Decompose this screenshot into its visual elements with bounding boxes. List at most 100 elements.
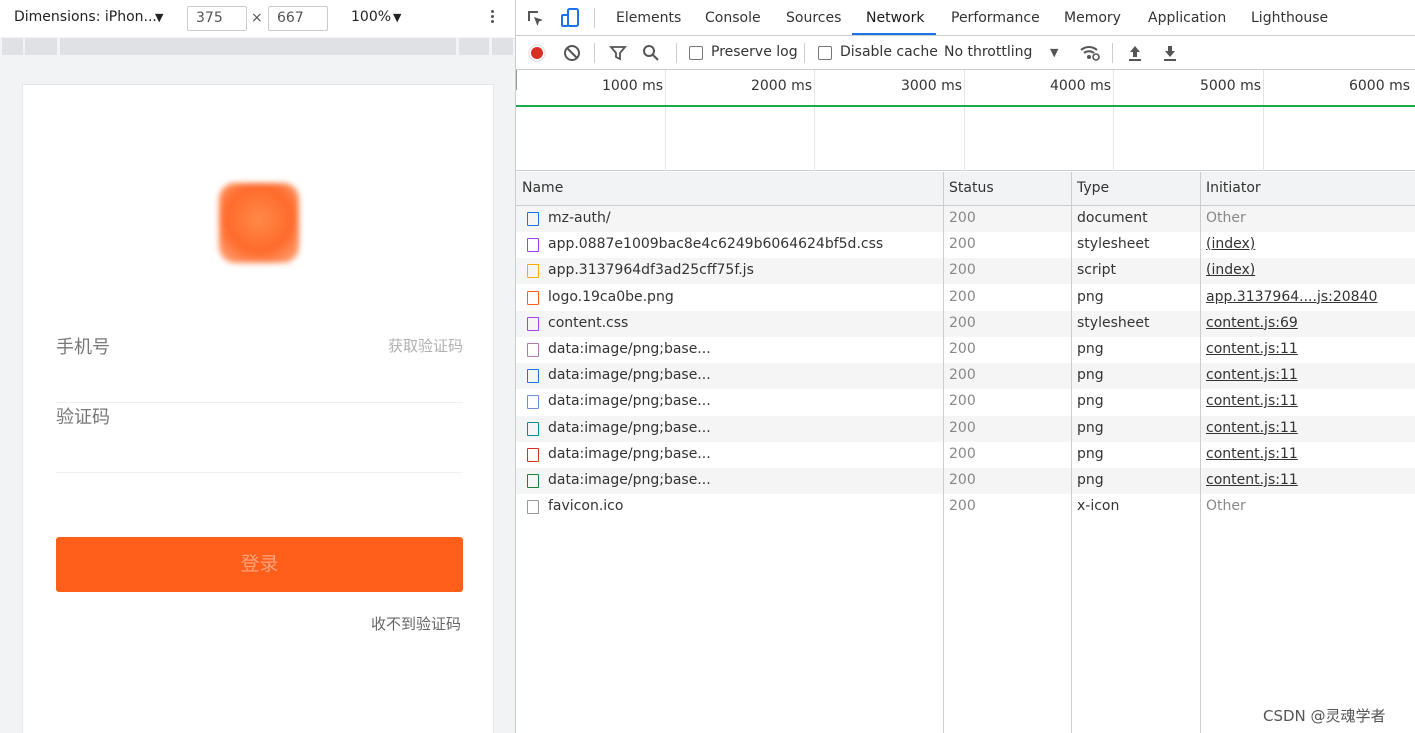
network-conditions-icon[interactable]: [1079, 43, 1101, 63]
request-status: 200: [949, 314, 976, 331]
table-row[interactable]: logo.19ca0be.png 200 png app.3137964....js:…: [516, 285, 1415, 311]
table-row[interactable]: data:image/png;base... 200 png content.js:1…: [516, 442, 1415, 468]
request-initiator[interactable]: content.js:11: [1206, 367, 1298, 383]
request-status: 200: [949, 472, 976, 488]
request-initiator[interactable]: content.js:11: [1206, 341, 1298, 357]
more-options-icon[interactable]: [486, 8, 498, 28]
tab-memory[interactable]: Memory: [1064, 10, 1121, 26]
dimensions-separator: ×: [251, 10, 263, 26]
request-type: stylesheet: [1077, 314, 1150, 331]
device-pane: Dimensions: iPhon... ▼ 375 × 667 100% ▼ …: [0, 0, 515, 733]
phone-label: 手机号: [56, 337, 110, 358]
column-header-initiator[interactable]: Initiator: [1206, 180, 1261, 196]
request-status: 200: [949, 393, 976, 410]
request-initiator[interactable]: (index): [1206, 262, 1255, 278]
request-name: logo.19ca0be.png: [548, 288, 674, 305]
column-header-name[interactable]: Name: [522, 180, 563, 196]
request-initiator[interactable]: app.3137964....js:20840: [1206, 289, 1377, 305]
device-width-input[interactable]: 375: [187, 6, 247, 31]
devtools-pane: Elements Console Sources Network Perform…: [516, 0, 1415, 733]
export-har-icon[interactable]: [1162, 44, 1178, 62]
media-query-ruler: [0, 37, 515, 57]
filter-icon[interactable]: [609, 44, 627, 62]
column-divider[interactable]: [1200, 172, 1201, 733]
column-header-type[interactable]: Type: [1077, 180, 1109, 196]
watermark: CSDN @灵魂学者: [1263, 707, 1386, 725]
phone-field[interactable]: 手机号 获取验证码: [56, 333, 463, 403]
device-dimensions-select[interactable]: Dimensions: iPhon...: [14, 9, 157, 25]
request-status: 200: [949, 236, 976, 253]
no-code-link[interactable]: 收不到验证码: [371, 613, 461, 634]
throttling-select[interactable]: No throttling: [944, 44, 1032, 60]
tab-lighthouse[interactable]: Lighthouse: [1251, 10, 1328, 26]
table-row[interactable]: data:image/png;base... 200 png content.js:1…: [516, 337, 1415, 363]
request-type: png: [1077, 445, 1104, 462]
tab-sources[interactable]: Sources: [786, 10, 841, 26]
device-toolbar: Dimensions: iPhon... ▼ 375 × 667 100% ▼: [0, 0, 515, 37]
table-row[interactable]: favicon.ico 200 x-icon Other: [516, 494, 1415, 520]
device-toolbar-icon[interactable]: [559, 7, 581, 29]
request-initiator[interactable]: content.js:69: [1206, 315, 1298, 331]
table-row[interactable]: data:image/png;base... 200 png content.js:1…: [516, 415, 1415, 442]
request-status: 200: [949, 288, 976, 305]
clear-icon[interactable]: [563, 44, 581, 62]
dimensions-dropdown-arrow-icon[interactable]: ▼: [155, 11, 163, 24]
code-field[interactable]: 验证码: [56, 403, 463, 473]
column-divider[interactable]: [943, 172, 944, 733]
request-name: data:image/png;base...: [548, 393, 711, 410]
request-status: 200: [949, 498, 976, 515]
column-header-status[interactable]: Status: [949, 180, 994, 196]
table-row[interactable]: data:image/png;base... 200 png content.js:1…: [516, 389, 1415, 415]
image-icon: [527, 474, 539, 488]
network-timeline-overview[interactable]: 1000 ms 2000 ms 3000 ms 4000 ms 5000 ms …: [516, 70, 1415, 171]
request-initiator[interactable]: content.js:11: [1206, 472, 1298, 488]
timeline-gridline: [665, 70, 666, 171]
device-height-input[interactable]: 667: [268, 6, 328, 31]
table-row[interactable]: app.0887e1009bac8e4c6249b6064624bf5d.css…: [516, 232, 1415, 258]
ruler-segment[interactable]: [459, 38, 489, 55]
request-type: document: [1077, 210, 1148, 226]
timeline-start-marker: [516, 70, 517, 90]
request-initiator[interactable]: (index): [1206, 236, 1255, 252]
timeline-gridline: [1263, 70, 1264, 171]
table-row[interactable]: data:image/png;base... 200 png content.js:1…: [516, 468, 1415, 494]
login-button[interactable]: 登录: [56, 537, 463, 592]
tab-application[interactable]: Application: [1148, 10, 1226, 26]
request-type: png: [1077, 419, 1104, 436]
record-icon[interactable]: [528, 44, 546, 62]
request-initiator[interactable]: content.js:11: [1206, 420, 1298, 436]
request-type: png: [1077, 288, 1104, 305]
ruler-segment[interactable]: [2, 38, 23, 55]
table-row[interactable]: content.css 200 stylesheet content.js:69: [516, 310, 1415, 337]
zoom-select[interactable]: 100%: [351, 9, 391, 25]
request-type: script: [1077, 262, 1117, 279]
tab-network[interactable]: Network: [866, 10, 924, 26]
disable-cache-checkbox[interactable]: [818, 46, 832, 60]
request-type: x-icon: [1077, 498, 1120, 515]
inspect-element-icon[interactable]: [526, 9, 546, 29]
ruler-segment[interactable]: [492, 38, 513, 55]
get-code-button[interactable]: 获取验证码: [388, 335, 463, 356]
column-divider[interactable]: [1071, 172, 1072, 733]
throttling-dropdown-arrow-icon[interactable]: ▼: [1050, 46, 1058, 59]
table-row[interactable]: app.3137964df3ad25cff75f.js 200 script (ind…: [516, 258, 1415, 285]
request-status: 200: [949, 262, 976, 279]
request-initiator[interactable]: content.js:11: [1206, 446, 1298, 462]
table-row[interactable]: mz-auth/200 document Other: [516, 206, 1415, 232]
toolbar-divider: [676, 43, 677, 63]
ruler-segment[interactable]: [60, 38, 456, 55]
table-row[interactable]: data:image/png;base... 200 png content.js:1…: [516, 363, 1415, 390]
ruler-segment[interactable]: [25, 38, 57, 55]
request-initiator[interactable]: content.js:11: [1206, 393, 1298, 409]
zoom-dropdown-arrow-icon[interactable]: ▼: [393, 11, 401, 24]
search-icon[interactable]: [642, 44, 660, 62]
timeline-label: 4000 ms: [1049, 78, 1111, 94]
import-har-icon[interactable]: [1127, 44, 1143, 62]
emulated-page: 手机号 获取验证码 验证码 登录 收不到验证码: [22, 84, 494, 733]
request-name: data:image/png;base...: [548, 445, 711, 462]
tab-performance[interactable]: Performance: [951, 10, 1040, 26]
tab-elements[interactable]: Elements: [616, 10, 681, 26]
tab-console[interactable]: Console: [705, 10, 761, 26]
preserve-log-checkbox[interactable]: [689, 46, 703, 60]
app-logo: [219, 183, 299, 263]
